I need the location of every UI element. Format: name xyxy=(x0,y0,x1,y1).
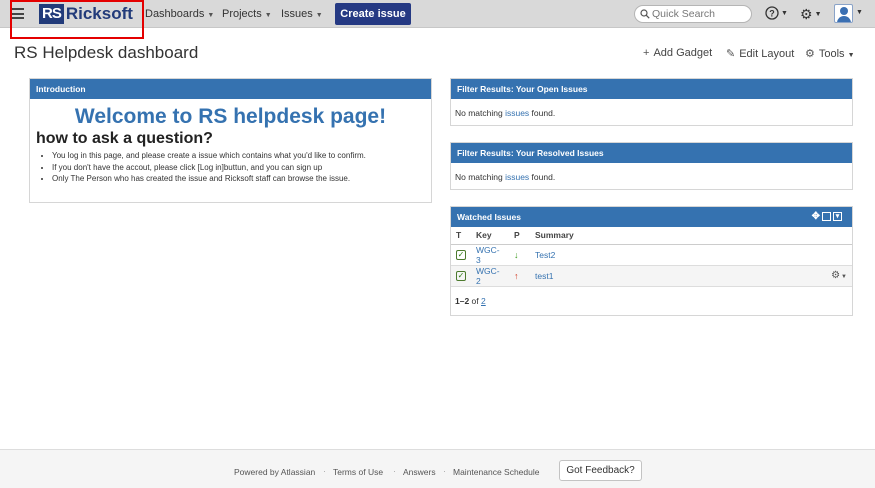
highlight-box xyxy=(10,0,144,39)
issue-summary-link[interactable]: Test2 xyxy=(535,250,555,260)
chevron-down-icon: ▼ xyxy=(207,12,215,19)
chevron-down-icon[interactable]: ▼ xyxy=(856,9,863,16)
feedback-button[interactable]: Got Feedback? xyxy=(559,460,642,481)
issues-link[interactable]: issues xyxy=(505,172,529,182)
gear-icon: ⚙ xyxy=(800,6,813,22)
gadget-menu-icon[interactable]: ▾ xyxy=(833,212,842,221)
priority-high-icon: ↑ xyxy=(514,270,519,281)
column-summary[interactable]: Summary xyxy=(530,227,822,245)
page-total-link[interactable]: 2 xyxy=(481,296,486,306)
open-issues-gadget: Filter Results: Your Open Issues No matc… xyxy=(450,78,853,126)
issue-key-link[interactable]: WGC-2 xyxy=(476,266,500,286)
column-key[interactable]: Key xyxy=(471,227,509,245)
resolved-issues-gadget: Filter Results: Your Resolved Issues No … xyxy=(450,142,853,190)
instructions-list: You log in this page, and please create … xyxy=(52,150,431,185)
table-header-row: T Key P Summary xyxy=(451,227,852,245)
chevron-down-icon: ▼ xyxy=(315,12,323,19)
gadget-actions: ✥ ▾ xyxy=(812,212,842,222)
priority-low-icon: ↓ xyxy=(514,249,519,260)
powered-by-link[interactable]: Powered by Atlassian xyxy=(234,467,315,477)
task-type-icon: ✓ xyxy=(456,250,466,260)
row-actions-gear-icon[interactable]: ⚙▼ xyxy=(831,270,847,281)
separator: · xyxy=(443,466,446,476)
no-results-message: No matching issues found. xyxy=(455,108,556,118)
page-title: RS Helpdesk dashboard xyxy=(14,43,199,62)
pagination: 1–2 of 2 xyxy=(455,295,486,306)
plus-icon: + xyxy=(643,47,650,59)
search-icon xyxy=(640,9,650,19)
answers-link[interactable]: Answers xyxy=(403,467,436,477)
table-row[interactable]: ✓ WGC-3 ↓ Test2 xyxy=(451,244,852,266)
move-icon[interactable]: ✥ xyxy=(812,212,820,222)
add-gadget-button[interactable]: + Add Gadget xyxy=(643,47,712,59)
quick-search-input[interactable]: Quick Search xyxy=(634,5,752,23)
svg-text:?: ? xyxy=(769,9,775,19)
chevron-down-icon: ▼ xyxy=(847,52,855,59)
task-type-icon: ✓ xyxy=(456,271,466,281)
tools-menu[interactable]: ⚙ Tools ▼ xyxy=(805,47,855,60)
gear-icon: ⚙ xyxy=(805,48,815,60)
welcome-heading: Welcome to RS helpdesk page! xyxy=(74,105,387,128)
chevron-down-icon: ▼ xyxy=(264,12,272,19)
gadget-title[interactable]: Watched Issues ✥ ▾ xyxy=(451,207,852,227)
nav-issues[interactable]: Issues ▼ xyxy=(281,8,323,20)
issues-link[interactable]: issues xyxy=(505,108,529,118)
maintenance-schedule-link[interactable]: Maintenance Schedule xyxy=(453,467,539,477)
column-priority[interactable]: P xyxy=(509,227,530,245)
edit-layout-button[interactable]: ✎ Edit Layout xyxy=(726,47,794,60)
gadget-title[interactable]: Filter Results: Your Open Issues xyxy=(451,79,852,99)
footer: Powered by Atlassian · Terms of Use · An… xyxy=(0,449,875,488)
pencil-icon: ✎ xyxy=(726,48,736,60)
help-icon: ? xyxy=(765,6,779,20)
column-type[interactable]: T xyxy=(451,227,471,245)
user-avatar[interactable] xyxy=(834,4,853,23)
table-row[interactable]: ✓ WGC-2 ↑ test1 ⚙▼ xyxy=(451,265,852,287)
issue-key-link[interactable]: WGC-3 xyxy=(476,245,500,265)
maximize-icon[interactable] xyxy=(822,212,831,221)
separator: · xyxy=(323,466,326,476)
introduction-gadget: Introduction Welcome to RS helpdesk page… xyxy=(29,78,432,203)
watched-issues-gadget: Watched Issues ✥ ▾ T Key P Summary ✓ WGC… xyxy=(450,206,853,316)
no-results-message: No matching issues found. xyxy=(455,172,556,182)
admin-menu[interactable]: ⚙ ▼ xyxy=(800,6,822,23)
terms-of-use-link[interactable]: Terms of Use xyxy=(333,467,383,477)
create-issue-button[interactable]: Create issue xyxy=(335,3,411,25)
issue-summary-link[interactable]: test1 xyxy=(535,271,553,281)
nav-dashboards[interactable]: Dashboards ▼ xyxy=(145,8,214,20)
list-item: If you don't have the accout, please cli… xyxy=(52,162,431,174)
search-placeholder: Quick Search xyxy=(652,8,716,20)
ask-heading: how to ask a question? xyxy=(36,130,213,147)
watched-issues-table: T Key P Summary ✓ WGC-3 ↓ Test2 ✓ WGC-2 … xyxy=(451,227,852,287)
chevron-down-icon: ▼ xyxy=(814,11,822,18)
nav-projects[interactable]: Projects ▼ xyxy=(222,8,272,20)
separator: · xyxy=(393,466,396,476)
help-menu[interactable]: ? ▼ xyxy=(765,6,788,20)
chevron-down-icon: ▼ xyxy=(781,9,788,17)
list-item: Only The Person who has created the issu… xyxy=(52,173,431,185)
gadget-title[interactable]: Introduction xyxy=(30,79,431,99)
gadget-title[interactable]: Filter Results: Your Resolved Issues xyxy=(451,143,852,163)
list-item: You log in this page, and please create … xyxy=(52,150,431,162)
